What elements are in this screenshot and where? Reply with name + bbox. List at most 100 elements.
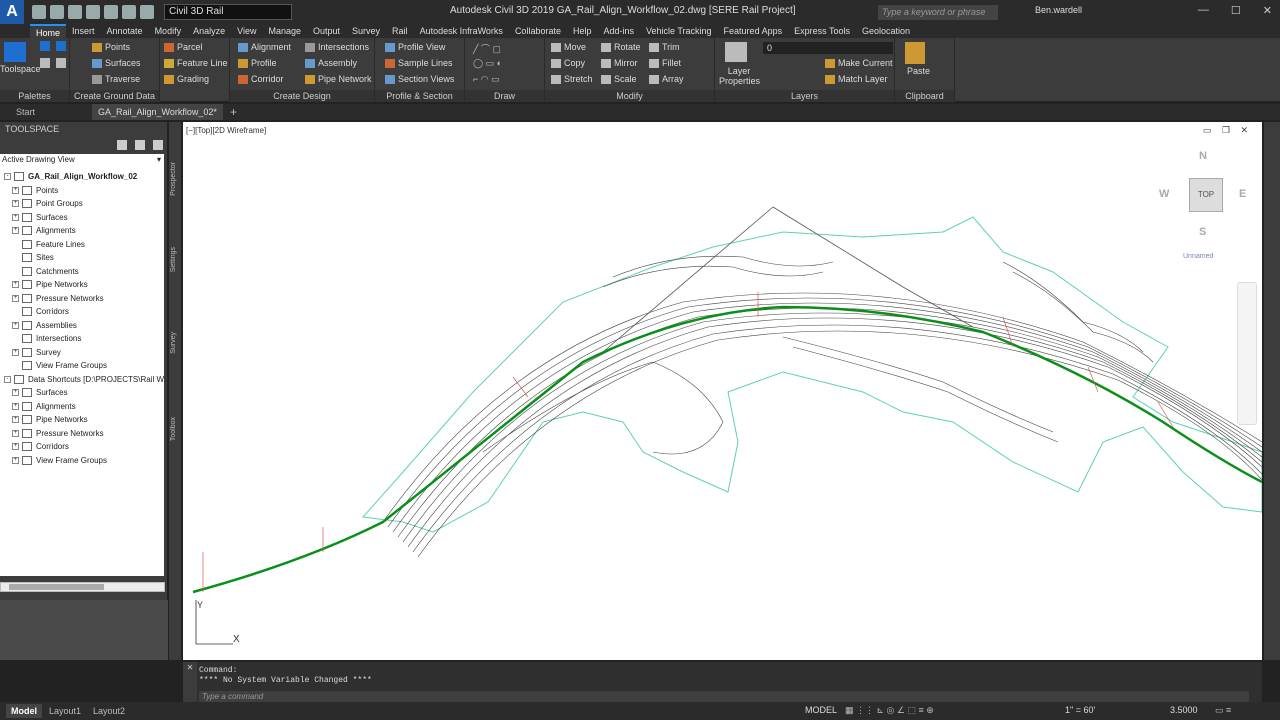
ribbon-tab[interactable]: Collaborate — [509, 24, 567, 38]
drafting-tools[interactable]: ▦ ⋮⋮ ⊾ ◎ ∠ ⬚ ≡ ⊕ — [845, 705, 934, 716]
tree-item[interactable]: - GA_Rail_Align_Workflow_02 — [0, 170, 164, 184]
modify-title[interactable]: Modify — [545, 90, 714, 102]
layout2-tab[interactable]: Layout2 — [88, 704, 130, 718]
create-design-title[interactable]: Create Design — [230, 90, 374, 102]
ribbon-tab[interactable]: Survey — [346, 24, 386, 38]
layers-title[interactable]: Layers — [715, 90, 894, 102]
maximize-icon[interactable]: ☐ — [1231, 4, 1241, 17]
ribbon-tab[interactable]: Help — [567, 24, 598, 38]
feature-line-button[interactable]: Feature Line — [164, 58, 228, 69]
alignment-button[interactable]: Alignment — [238, 42, 291, 53]
tree-item[interactable]: + Pressure Networks — [0, 292, 164, 306]
grid-icon[interactable] — [40, 58, 50, 68]
tree-item[interactable]: + Alignments — [0, 224, 164, 238]
ribbon-tab[interactable]: Output — [307, 24, 346, 38]
tree-item[interactable]: Intersections — [0, 332, 164, 346]
ribbon-tab[interactable]: Autodesk InfraWorks — [414, 24, 509, 38]
move-button[interactable]: Move — [551, 42, 586, 53]
viewport-controls-label[interactable]: [−][Top][2D Wireframe] — [186, 126, 266, 135]
tree-item[interactable]: Corridors — [0, 305, 164, 319]
tree-item[interactable]: + Alignments — [0, 400, 164, 414]
undo-icon[interactable] — [122, 5, 136, 19]
ribbon-tab[interactable]: Vehicle Tracking — [640, 24, 718, 38]
ribbon-tab[interactable]: View — [231, 24, 262, 38]
array-button[interactable]: Array — [649, 74, 684, 85]
viewport-window-buttons[interactable]: ▭ ❐ ✕ — [1203, 125, 1252, 136]
profile-view-button[interactable]: Profile View — [385, 42, 445, 53]
create-ground-data-title[interactable]: Create Ground Data — [70, 90, 159, 102]
ribbon-tab[interactable]: Geolocation — [856, 24, 916, 38]
tree-item[interactable]: + Pipe Networks — [0, 278, 164, 292]
tree-icon[interactable] — [117, 140, 127, 150]
tree-item[interactable]: + Survey — [0, 346, 164, 360]
drawing-viewport[interactable]: [−][Top][2D Wireframe] ▭ ❐ ✕ N S E W TOP… — [183, 122, 1262, 660]
tree-item[interactable]: + Surfaces — [0, 386, 164, 400]
search-input[interactable]: Type a keyword or phrase — [878, 5, 998, 20]
layer-properties-button[interactable]: Layer Properties — [719, 66, 760, 86]
intersections-button[interactable]: Intersections — [305, 42, 369, 53]
ribbon-tab[interactable]: Add-ins — [597, 24, 640, 38]
stretch-button[interactable]: Stretch — [551, 74, 593, 85]
expand-icon[interactable]: + — [12, 416, 19, 423]
tree-item[interactable]: + Pressure Networks — [0, 427, 164, 441]
sample-lines-button[interactable]: Sample Lines — [385, 58, 453, 69]
tree-item[interactable]: + Corridors — [0, 440, 164, 454]
drawing-tab[interactable]: GA_Rail_Align_Workflow_02* — [92, 104, 223, 120]
expand-icon[interactable]: + — [12, 402, 19, 410]
tree-item[interactable]: + Pipe Networks — [0, 413, 164, 427]
expand-icon[interactable]: + — [12, 456, 19, 464]
user-account[interactable]: Ben.wardell — [1035, 5, 1082, 15]
scale-button[interactable]: Scale — [601, 74, 637, 85]
close-icon[interactable]: ✕ — [1263, 4, 1272, 17]
layer-dropdown[interactable]: 0 — [763, 42, 893, 54]
clipboard-title[interactable]: Clipboard — [895, 90, 954, 102]
compass-west[interactable]: W — [1159, 188, 1169, 200]
expand-icon[interactable]: + — [12, 213, 19, 221]
prospector-icon[interactable] — [40, 41, 50, 51]
open-icon[interactable] — [50, 5, 64, 19]
tree-item[interactable]: Catchments — [0, 265, 164, 279]
elevation-value[interactable]: 3.5000 — [1170, 705, 1198, 715]
line-tool[interactable]: ╱ ⌒ ▢ — [473, 42, 501, 55]
compass-north[interactable]: N — [1199, 150, 1207, 162]
expand-icon[interactable]: + — [12, 348, 19, 356]
expand-icon[interactable]: + — [12, 389, 19, 396]
rotate-button[interactable]: Rotate — [601, 42, 641, 53]
layer-properties-icon[interactable] — [725, 42, 747, 62]
status-customize-icon[interactable]: ▭ ≡ — [1215, 705, 1231, 716]
grading-button[interactable]: Grading — [164, 74, 209, 85]
properties-icon[interactable] — [56, 41, 66, 51]
palettes-title[interactable]: Palettes — [0, 90, 69, 102]
tree-item[interactable]: + Point Groups — [0, 197, 164, 211]
model-tab[interactable]: Model — [6, 704, 42, 718]
start-tab[interactable]: Start — [16, 104, 35, 120]
redo-icon[interactable] — [140, 5, 154, 19]
ribbon-tab[interactable]: Analyze — [187, 24, 231, 38]
right-tool-palette[interactable] — [1264, 122, 1280, 660]
compass-east[interactable]: E — [1239, 188, 1246, 200]
points-button[interactable]: Points — [92, 42, 130, 53]
side-tab[interactable]: Settings — [170, 247, 177, 272]
ribbon-tab[interactable]: Home — [30, 24, 67, 38]
expand-icon[interactable]: + — [12, 200, 19, 207]
tree-item[interactable]: + View Frame Groups — [0, 454, 164, 468]
workspace-select[interactable]: Civil 3D Rail — [164, 4, 292, 20]
ribbon-tab[interactable]: Manage — [262, 24, 307, 38]
command-input[interactable]: Type a command — [199, 691, 1249, 702]
match-layer-button[interactable]: Match Layer — [825, 74, 888, 85]
expand-icon[interactable]: + — [12, 321, 19, 329]
tree-item[interactable]: + Points — [0, 184, 164, 198]
surfaces-button[interactable]: Surfaces — [92, 58, 141, 69]
save-as-icon[interactable] — [86, 5, 100, 19]
traverse-button[interactable]: Traverse — [92, 74, 140, 85]
tree-item[interactable]: + Surfaces — [0, 211, 164, 225]
trim-button[interactable]: Trim — [649, 42, 680, 53]
side-tab[interactable]: Toolbox — [170, 417, 177, 441]
side-tab[interactable]: Survey — [170, 332, 177, 354]
list-icon[interactable] — [135, 140, 145, 150]
expand-icon[interactable]: + — [12, 227, 19, 234]
profile-section-title[interactable]: Profile & Section Views — [375, 90, 464, 113]
parcel-button[interactable]: Parcel — [164, 42, 203, 53]
drawing-canvas[interactable] — [183, 122, 1262, 660]
ribbon-tab[interactable]: Featured Apps — [718, 24, 789, 38]
